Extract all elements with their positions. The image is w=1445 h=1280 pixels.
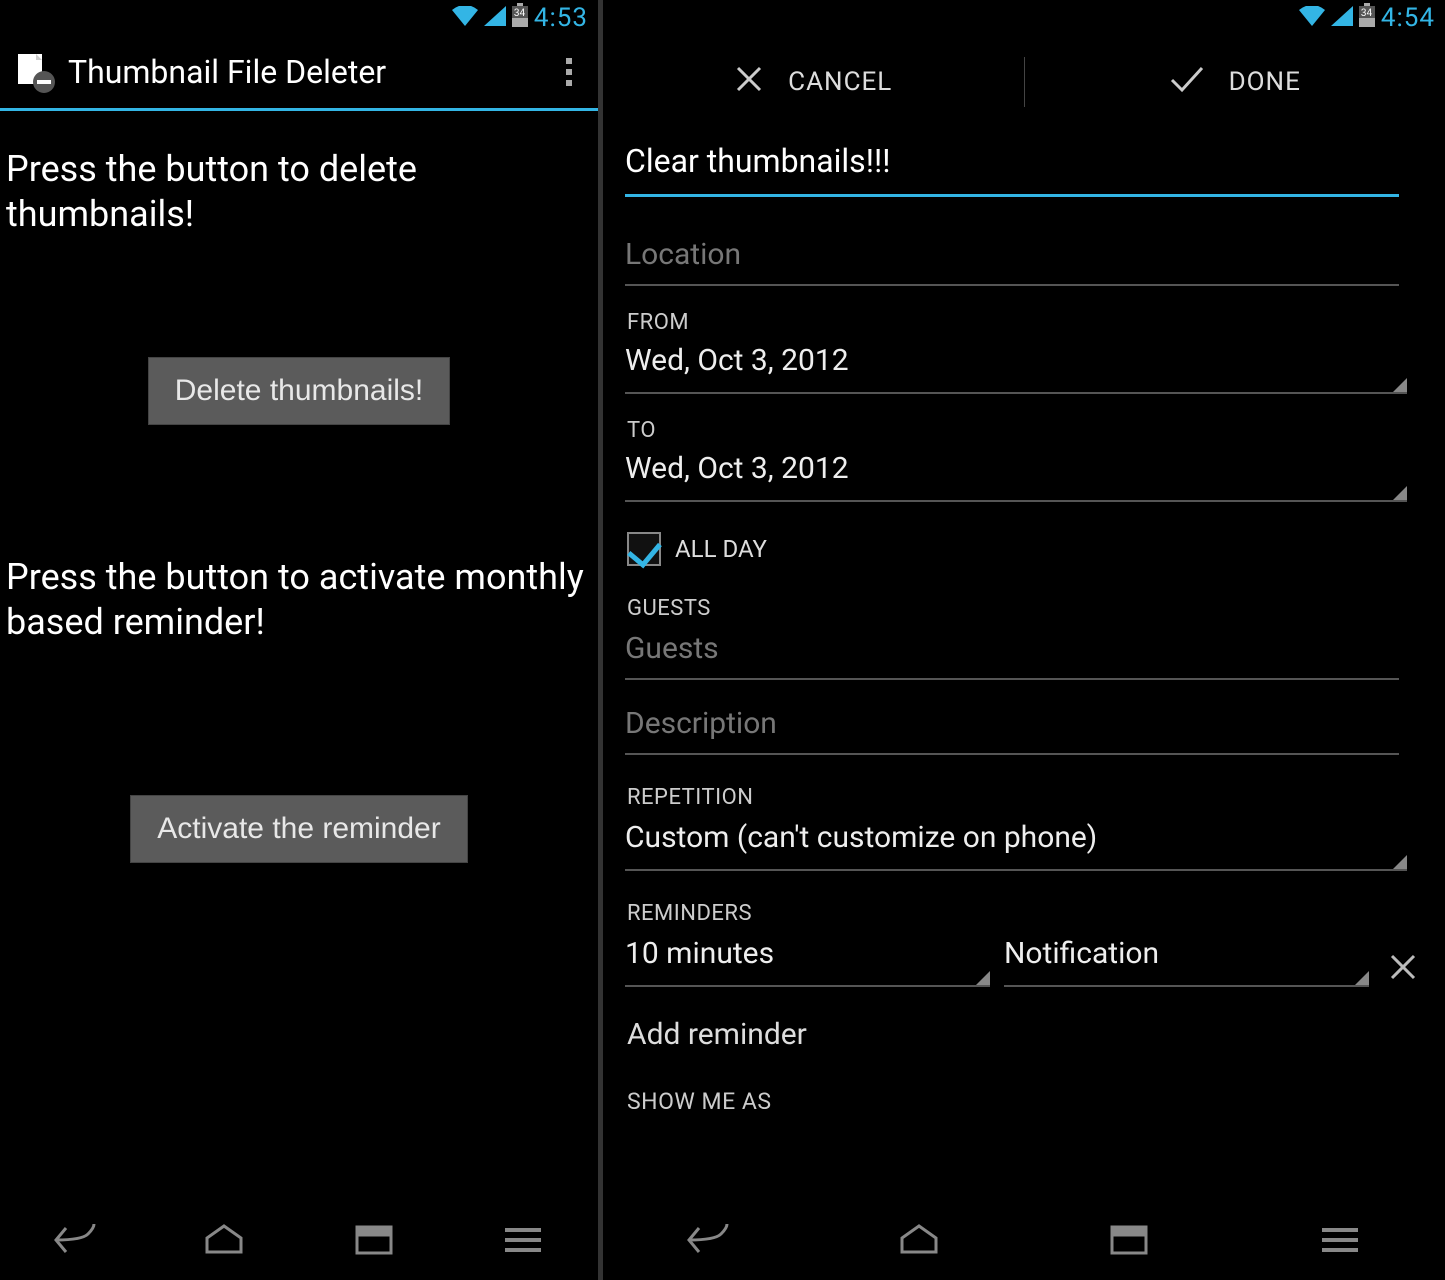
- battery-icon: 34: [1359, 3, 1375, 33]
- menu-button[interactable]: [1305, 1220, 1375, 1260]
- to-label: TO: [627, 418, 1421, 443]
- instruction-delete: Press the button to delete thumbnails!: [0, 147, 598, 237]
- home-button[interactable]: [884, 1220, 954, 1260]
- recent-apps-button[interactable]: [339, 1220, 409, 1260]
- description-input[interactable]: Description: [625, 700, 1399, 755]
- activate-reminder-button[interactable]: Activate the reminder: [130, 795, 467, 863]
- screen-thumbnail-deleter: 34 4:53 Thumbnail File Deleter Press the…: [0, 0, 598, 1280]
- back-button[interactable]: [673, 1220, 743, 1260]
- battery-level: 34: [1361, 8, 1372, 19]
- guests-input[interactable]: Guests: [625, 625, 1399, 680]
- show-me-as-label: SHOW ME AS: [627, 1088, 1421, 1115]
- all-day-checkbox[interactable]: [627, 532, 661, 566]
- instruction-reminder: Press the button to activate monthly bas…: [0, 555, 598, 645]
- from-date-spinner[interactable]: Wed, Oct 3, 2012: [625, 337, 1407, 394]
- event-form: Clear thumbnails!!! Location FROM Wed, O…: [603, 128, 1445, 1200]
- repetition-spinner[interactable]: Custom (can't customize on phone): [625, 814, 1407, 871]
- to-date-spinner[interactable]: Wed, Oct 3, 2012: [625, 445, 1407, 502]
- close-icon: [734, 64, 764, 101]
- location-input[interactable]: Location: [625, 231, 1399, 286]
- all-day-label: ALL DAY: [675, 535, 767, 563]
- clock: 4:54: [1381, 3, 1435, 33]
- event-title-input[interactable]: Clear thumbnails!!!: [625, 134, 1399, 197]
- status-bar: 34 4:54: [603, 0, 1445, 36]
- action-bar: Thumbnail File Deleter: [0, 36, 598, 111]
- recent-apps-button[interactable]: [1094, 1220, 1164, 1260]
- signal-icon: [484, 4, 506, 32]
- add-reminder-button[interactable]: Add reminder: [627, 1017, 1421, 1052]
- clock: 4:53: [534, 3, 588, 33]
- navigation-bar: [603, 1200, 1445, 1280]
- signal-icon: [1331, 4, 1353, 32]
- battery-icon: 34: [512, 3, 528, 33]
- repetition-label: REPETITION: [627, 785, 1421, 810]
- status-bar: 34 4:53: [0, 0, 598, 36]
- cancel-done-bar: CANCEL DONE: [603, 36, 1445, 128]
- from-label: FROM: [627, 310, 1421, 335]
- cancel-label: CANCEL: [788, 67, 892, 97]
- main-content: Press the button to delete thumbnails! D…: [0, 111, 598, 1200]
- check-icon: [1169, 64, 1205, 101]
- cancel-button[interactable]: CANCEL: [603, 64, 1024, 101]
- reminder-method-spinner[interactable]: Notification: [1004, 930, 1369, 987]
- battery-level: 34: [514, 8, 525, 19]
- delete-thumbnails-button[interactable]: Delete thumbnails!: [148, 357, 450, 425]
- navigation-bar: [0, 1200, 598, 1280]
- done-button[interactable]: DONE: [1025, 64, 1445, 101]
- wifi-icon: [452, 4, 478, 32]
- back-button[interactable]: [40, 1220, 110, 1260]
- overflow-menu-icon[interactable]: [554, 52, 584, 92]
- home-button[interactable]: [189, 1220, 259, 1260]
- guests-label: GUESTS: [627, 596, 1421, 621]
- menu-button[interactable]: [488, 1220, 558, 1260]
- reminder-time-spinner[interactable]: 10 minutes: [625, 930, 990, 987]
- wifi-icon: [1299, 4, 1325, 32]
- remove-reminder-button[interactable]: [1383, 947, 1423, 987]
- app-icon: [14, 52, 54, 92]
- reminders-label: REMINDERS: [627, 901, 1421, 926]
- done-label: DONE: [1229, 67, 1301, 97]
- app-title: Thumbnail File Deleter: [68, 53, 540, 91]
- screen-calendar-event: 34 4:54 CANCEL DONE Clear thumbnails!!! …: [603, 0, 1445, 1280]
